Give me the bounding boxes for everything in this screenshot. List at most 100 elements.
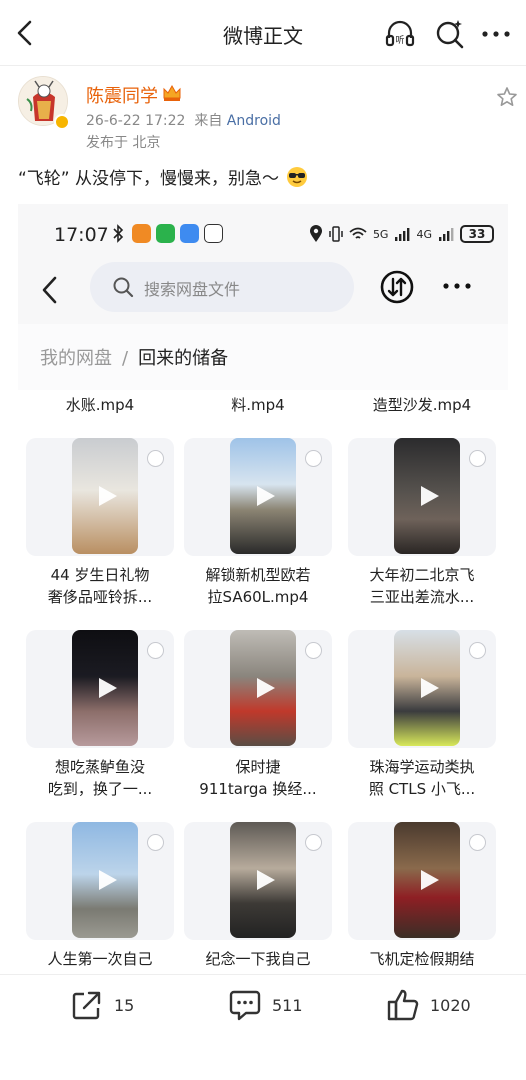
top-bar: 微博正文 听 bbox=[0, 0, 526, 66]
file-card[interactable] bbox=[184, 630, 332, 748]
file-name-line1: 保时捷 bbox=[235, 758, 281, 776]
pan-more-icon[interactable] bbox=[442, 276, 472, 296]
source-link[interactable]: Android bbox=[227, 113, 281, 129]
breadcrumb-separator: / bbox=[122, 348, 129, 369]
transfer-sort-icon[interactable] bbox=[380, 270, 414, 304]
file-name-line2: 三亚出差流水... bbox=[369, 588, 475, 606]
author-block: 陈震同学 26-6-22 17:22 来自 Android 发布于 北京 bbox=[18, 76, 518, 156]
signal-4g-icon bbox=[439, 228, 454, 241]
post-location: 发布于 北京 bbox=[86, 135, 161, 151]
select-checkbox[interactable] bbox=[469, 642, 486, 659]
select-checkbox[interactable] bbox=[469, 834, 486, 851]
pan-search-box[interactable]: 搜索网盘文件 bbox=[90, 262, 354, 312]
battery-level: 33 bbox=[468, 227, 486, 241]
share-count: 15 bbox=[114, 995, 135, 1015]
file-name-line1: 人生第一次自己 bbox=[47, 950, 153, 968]
post-time: 26-6-22 17:22 bbox=[86, 113, 186, 129]
file-name-line2: 奢侈品哑铃拆... bbox=[47, 588, 153, 606]
breadcrumb-root[interactable]: 我的网盘 bbox=[40, 348, 112, 369]
status-time: 17:07 bbox=[54, 224, 109, 246]
like-count: 1020 bbox=[430, 995, 471, 1015]
select-checkbox[interactable] bbox=[147, 642, 164, 659]
video-thumbnail bbox=[394, 630, 460, 746]
file-name-line1: 飞机定检假期结 bbox=[369, 950, 475, 968]
post-text-content: “飞轮” 从没停下，慢慢来，别急～ bbox=[18, 169, 280, 189]
partial-file-name[interactable]: 料.mp4 bbox=[184, 394, 332, 415]
file-card[interactable] bbox=[184, 438, 332, 556]
file-card[interactable] bbox=[348, 822, 496, 940]
status-right: 5G 4G 33 bbox=[309, 222, 494, 246]
video-thumbnail bbox=[394, 438, 460, 554]
pan-search-placeholder: 搜索网盘文件 bbox=[144, 280, 241, 299]
file-name-line2: 吃到，换了一... bbox=[47, 780, 153, 798]
file-name-line2: 照 CTLS 小飞... bbox=[368, 780, 476, 798]
partial-file-name[interactable]: 水账.mp4 bbox=[26, 394, 174, 415]
thumbs-up-icon bbox=[387, 989, 419, 1021]
select-checkbox[interactable] bbox=[305, 450, 322, 467]
file-card[interactable] bbox=[184, 822, 332, 940]
file-name-line2: 拉SA60L.mp4 bbox=[207, 588, 309, 606]
post-meta: 26-6-22 17:22 来自 Android bbox=[86, 110, 281, 130]
verified-badge-icon bbox=[54, 114, 70, 130]
file-card[interactable] bbox=[26, 630, 174, 748]
play-icon bbox=[99, 486, 117, 506]
select-checkbox[interactable] bbox=[305, 642, 322, 659]
file-name-line1: 珠海学运动类执 bbox=[369, 758, 475, 776]
select-checkbox[interactable] bbox=[147, 450, 164, 467]
more-options-icon[interactable] bbox=[480, 18, 512, 50]
message-notif-icon bbox=[180, 224, 199, 243]
comment-button[interactable]: 511 bbox=[228, 987, 303, 1023]
phone-status-bar: 17:07 5G 4G 33 bbox=[18, 204, 508, 262]
author-name[interactable]: 陈震同学 bbox=[86, 82, 158, 108]
file-card[interactable] bbox=[26, 438, 174, 556]
favorite-star-icon[interactable] bbox=[496, 86, 518, 108]
battery-indicator: 33 bbox=[460, 225, 494, 243]
file-name-line1: 大年初二北京飞 bbox=[369, 566, 475, 584]
select-checkbox[interactable] bbox=[147, 834, 164, 851]
breadcrumb-current: 回来的储备 bbox=[138, 348, 229, 369]
listen-headphones-icon[interactable]: 听 bbox=[384, 18, 416, 50]
bluetooth-icon bbox=[113, 224, 124, 243]
play-icon bbox=[421, 486, 439, 506]
wechat-notif-icon bbox=[156, 224, 175, 243]
breadcrumb: 我的网盘 / 回来的储备 bbox=[40, 344, 228, 370]
play-icon bbox=[421, 678, 439, 698]
file-name-line1: 44 岁生日礼物 bbox=[50, 566, 150, 584]
video-thumbnail bbox=[394, 822, 460, 938]
video-thumbnail bbox=[72, 630, 138, 746]
file-grid: 水账.mp4 料.mp4 造型沙发.mp4 44 岁生日礼物 奢侈品哑铃拆...… bbox=[18, 390, 508, 972]
file-card[interactable] bbox=[348, 630, 496, 748]
play-icon bbox=[257, 678, 275, 698]
select-checkbox[interactable] bbox=[469, 450, 486, 467]
file-name-line1: 纪念一下我自己 bbox=[205, 950, 311, 968]
play-icon bbox=[99, 678, 117, 698]
vip-crown-icon bbox=[163, 84, 181, 101]
select-checkbox[interactable] bbox=[305, 834, 322, 851]
video-thumbnail bbox=[230, 630, 296, 746]
pan-back-arrow-icon[interactable] bbox=[38, 274, 62, 306]
comment-icon bbox=[229, 990, 261, 1021]
signal-5g-icon bbox=[395, 228, 410, 241]
vibrate-icon bbox=[329, 226, 343, 242]
net-4g-label: 4G bbox=[416, 227, 432, 241]
location-pin-icon bbox=[309, 225, 322, 242]
file-card[interactable] bbox=[26, 822, 174, 940]
wifi-icon bbox=[349, 227, 367, 239]
partial-file-name[interactable]: 造型沙发.mp4 bbox=[348, 394, 496, 415]
share-icon bbox=[72, 991, 101, 1020]
play-icon bbox=[257, 870, 275, 890]
share-button[interactable]: 15 bbox=[70, 987, 134, 1023]
video-thumbnail bbox=[230, 822, 296, 938]
play-icon bbox=[421, 870, 439, 890]
file-name-line2: 911targa 换经... bbox=[199, 780, 317, 798]
file-name-line1: 想吃蒸鲈鱼没 bbox=[54, 758, 145, 776]
embedded-screenshot[interactable]: 17:07 5G 4G 33 搜索网盘文件 我的网盘 / 回来的储备 水账.mp… bbox=[18, 204, 508, 972]
video-thumbnail bbox=[72, 438, 138, 554]
file-card[interactable] bbox=[348, 438, 496, 556]
ai-search-icon[interactable] bbox=[434, 18, 466, 50]
search-icon bbox=[113, 277, 134, 298]
video-thumbnail bbox=[72, 822, 138, 938]
like-button[interactable]: 1020 bbox=[386, 987, 471, 1023]
svg-text:听: 听 bbox=[395, 35, 404, 46]
post-text: “飞轮” 从没停下，慢慢来，别急～ bbox=[18, 164, 308, 189]
